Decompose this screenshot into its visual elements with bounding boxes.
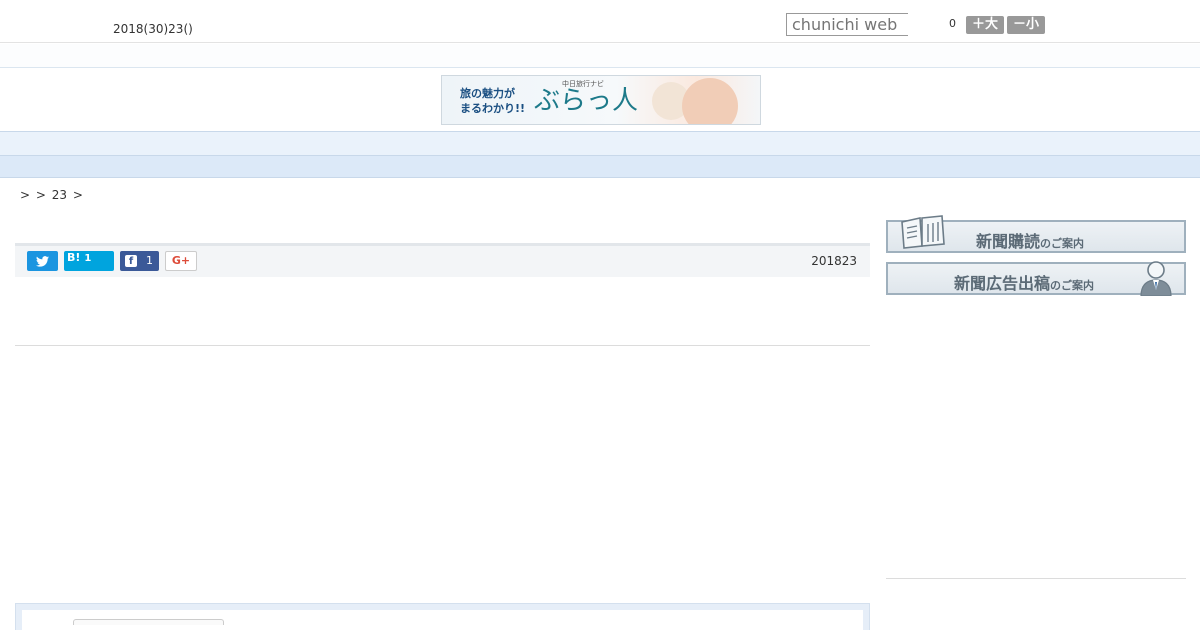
facebook-share-button[interactable]: f 1 (120, 251, 159, 271)
google-plus-button[interactable]: G+ (165, 251, 197, 271)
banner-tagline: 旅の魅力が まるわかり!! (460, 86, 525, 116)
header-stripe (0, 44, 1200, 68)
article-date: 201823 (811, 254, 857, 268)
sidebar-divider (886, 578, 1186, 579)
font-size-up-button[interactable]: ＋大 (966, 16, 1004, 34)
businessman-icon (1140, 261, 1172, 296)
subscription-main: 新聞購読 (976, 232, 1041, 251)
banner-brand: ぶらっ人 (534, 86, 639, 116)
hatena-count: 1 (84, 253, 92, 264)
model-photo (682, 78, 738, 124)
visitor-counter: 0 (949, 17, 956, 30)
main-nav (0, 131, 1200, 156)
newspaper-book-icon (901, 215, 945, 249)
subscription-banner[interactable]: 新聞購読のご案内 (886, 215, 1186, 253)
banner-tagline-line1: 旅の魅力が (460, 87, 515, 100)
font-size-down-button[interactable]: －小 (1007, 16, 1045, 34)
top-bar: 2018(30)23() 0 ＋大 －小 (0, 0, 1200, 43)
advertising-banner[interactable]: 新聞広告出稿のご案内 (886, 261, 1186, 296)
site-search-input[interactable] (786, 13, 908, 36)
banner-tagline-line2: まるわかり!! (460, 102, 526, 115)
advertising-suffix: のご案内 (1050, 279, 1095, 292)
hatena-icon: B! (67, 251, 81, 264)
twitter-share-button[interactable] (27, 251, 58, 271)
sub-nav (0, 156, 1200, 178)
facebook-count: 1 (146, 254, 153, 267)
breadcrumb[interactable]: > > 23 > (20, 188, 83, 202)
subscription-banner-text: 新聞購読のご案内 (976, 228, 1084, 252)
twitter-icon (36, 256, 49, 267)
content-divider (15, 345, 870, 346)
facebook-icon: f (125, 255, 137, 267)
share-bar: B! 1 f 1 G+ 201823 (15, 243, 870, 277)
hatena-bookmark-button[interactable]: B! 1 (64, 251, 114, 271)
related-box (15, 603, 870, 630)
travel-navi-banner[interactable]: 旅の魅力が まるわかり!! 中日旅行ナビ ぶらっ人 (441, 75, 761, 125)
related-tab[interactable] (73, 619, 224, 625)
advertising-main: 新聞広告出稿 (954, 274, 1051, 293)
subscription-suffix: のご案内 (1040, 237, 1085, 250)
advertising-banner-text: 新聞広告出稿のご案内 (954, 270, 1094, 294)
current-date: 2018(30)23() (113, 22, 193, 36)
